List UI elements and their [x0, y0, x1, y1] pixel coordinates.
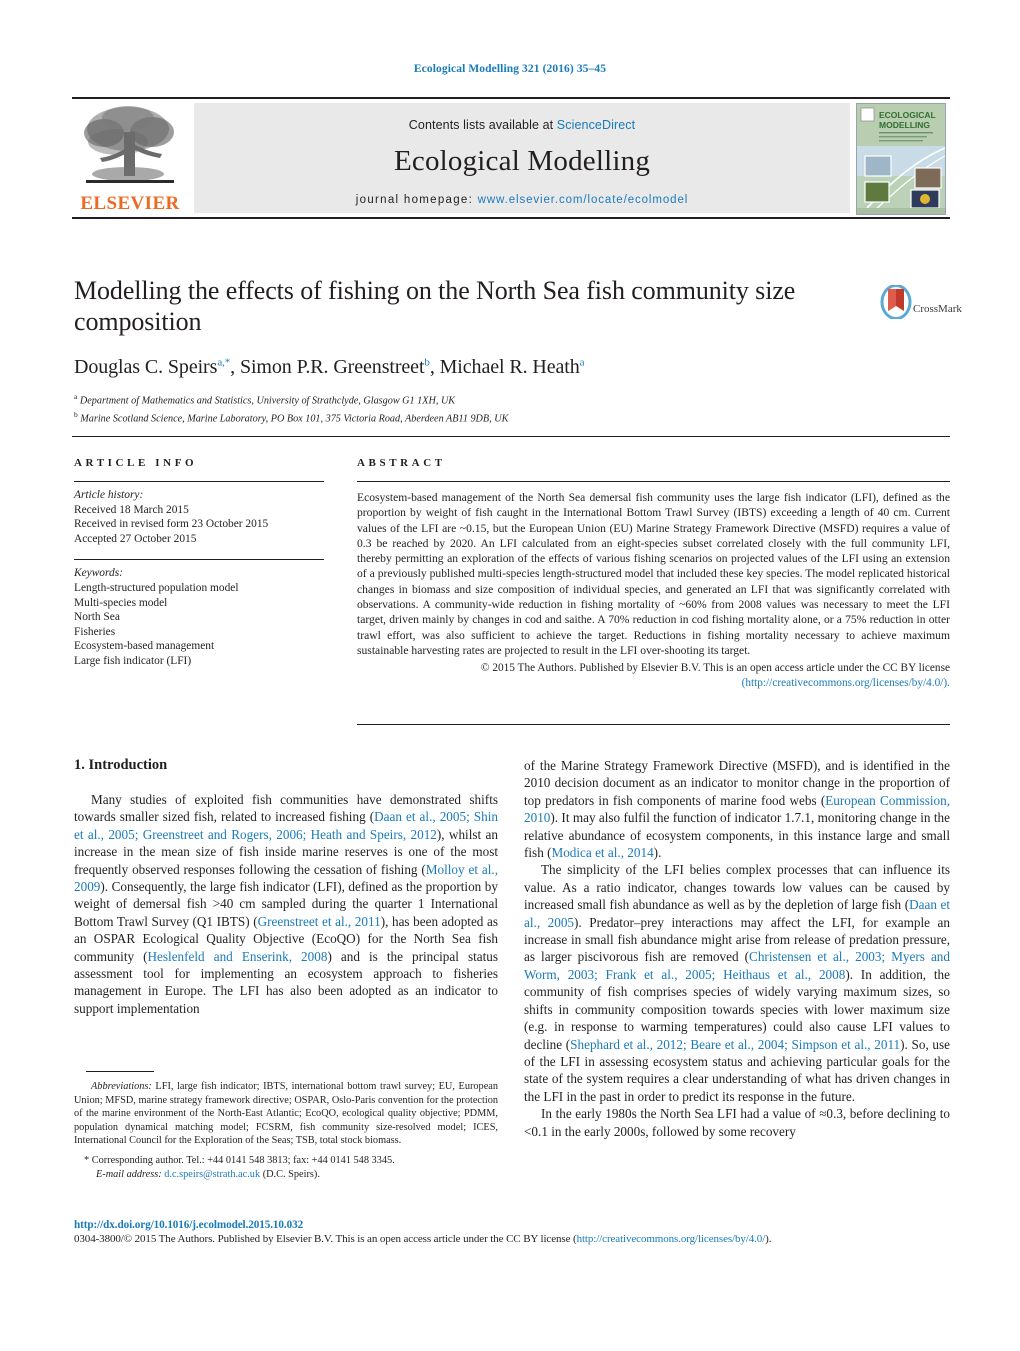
journal-cover-thumbnail: ECOLOGICAL MODELLING: [856, 103, 946, 215]
sciencedirect-link[interactable]: ScienceDirect: [557, 118, 635, 132]
crossmark-badge[interactable]: CrossMark: [879, 284, 962, 337]
keyword-item: Large fish indicator (LFI): [74, 654, 192, 667]
journal-cover-block: ECOLOGICAL MODELLING: [856, 99, 950, 217]
issn-text: 0304-3800/© 2015 The Authors. Published …: [74, 1233, 577, 1245]
author-list: Douglas C. Speirsa,*, Simon P.R. Greenst…: [74, 356, 585, 378]
abstract-column: ABSTRACT Ecosystem-based management of t…: [357, 457, 950, 692]
abstract-copyright: © 2015 The Authors. Published by Elsevie…: [357, 661, 950, 691]
keyword-item: Multi-species model: [74, 596, 168, 609]
issn-tail: ).: [765, 1233, 772, 1245]
footer-license-link[interactable]: http://creativecommons.org/licenses/by/4…: [577, 1233, 766, 1245]
abstract-bottom-rule: [357, 724, 950, 725]
article-history: Article history: Received 18 March 2015 …: [74, 488, 324, 546]
crossmark-label: CrossMark: [913, 303, 962, 315]
crossmark-icon[interactable]: [879, 284, 913, 320]
keyword-item: North Sea: [74, 611, 120, 624]
history-item: Received in revised form 23 October 2015: [74, 518, 269, 531]
elsevier-wordmark: ELSEVIER: [80, 193, 180, 214]
citation-link[interactable]: Christensen et al., 2003; Myers and Worm…: [524, 949, 950, 981]
citation-link[interactable]: Shephard et al., 2012; Beare et al., 200…: [570, 1037, 900, 1052]
body-left-column: 1. Introduction Many studies of exploite…: [74, 757, 498, 1017]
keywords-rule: [74, 559, 324, 561]
elsevier-tree-icon: [84, 106, 174, 183]
svg-text:MODELLING: MODELLING: [879, 120, 930, 130]
running-head: Ecological Modelling 321 (2016) 35–45: [413, 63, 607, 75]
citation-link[interactable]: Greenstreet et al., 2011: [258, 914, 381, 929]
section-divider: [72, 436, 950, 437]
keyword-item: Ecosystem-based management: [74, 640, 215, 653]
citation-link[interactable]: European Commission, 2010: [524, 793, 950, 825]
citation-link[interactable]: Molloy et al., 2009: [74, 862, 498, 894]
footnotes-block: Abbreviations: LFI, large fish indicator…: [74, 1080, 498, 1181]
paragraph: of the Marine Strategy Framework Directi…: [524, 758, 950, 861]
svg-text:ECOLOGICAL: ECOLOGICAL: [879, 110, 936, 120]
affiliation-a-text: Department of Mathematics and Statistics…: [79, 395, 456, 407]
abbreviations-label: Abbreviations:: [91, 1081, 152, 1092]
title-block: Modelling the effects of fishing on the …: [74, 275, 874, 426]
affiliation-b-text: Marine Scotland Science, Marine Laborato…: [80, 413, 509, 425]
affiliation-b: b Marine Scotland Science, Marine Labora…: [74, 409, 509, 425]
issn-copyright-line: 0304-3800/© 2015 The Authors. Published …: [74, 1233, 950, 1245]
page-footer: http://dx.doi.org/10.1016/j.ecolmodel.20…: [74, 1219, 950, 1245]
article-info-column: ARTICLE INFO Article history: Received 1…: [74, 457, 324, 669]
paragraph: The simplicity of the LFI belies complex…: [524, 862, 950, 1104]
abbreviations: Abbreviations: LFI, large fish indicator…: [74, 1080, 498, 1148]
copyright-text: © 2015 The Authors. Published by Elsevie…: [480, 662, 950, 675]
email-link[interactable]: d.c.speirs@strath.ac.uk: [164, 1169, 260, 1180]
citation-link[interactable]: Heslenfeld and Enserink, 2008: [148, 949, 328, 964]
affiliations: a Department of Mathematics and Statisti…: [74, 390, 874, 426]
email-note: E-mail address: d.c.speirs@strath.ac.uk …: [74, 1168, 498, 1182]
journal-masthead: ELSEVIER Contents lists available at Sci…: [72, 97, 950, 219]
email-label: E-mail address:: [96, 1168, 162, 1180]
abstract-heading: ABSTRACT: [357, 457, 446, 469]
citation-link[interactable]: Daan et al., 2005; Shin et al., 2005; Gr…: [74, 809, 498, 841]
homepage-label: journal homepage:: [355, 194, 478, 206]
elsevier-logo: ELSEVIER: [72, 99, 188, 217]
abstract-rule: [357, 481, 950, 482]
paragraph: In the early 1980s the North Sea LFI had…: [524, 1106, 950, 1139]
email-suffix: (D.C. Speirs).: [262, 1168, 320, 1180]
body-right-column: of the Marine Strategy Framework Directi…: [524, 757, 950, 1140]
paper-page: Ecological Modelling 321 (2016) 35–45 EL…: [0, 0, 1020, 1351]
article-info-rule: [74, 481, 324, 482]
doi-link[interactable]: http://dx.doi.org/10.1016/j.ecolmodel.20…: [74, 1219, 950, 1231]
keyword-item: Fisheries: [74, 625, 116, 638]
citation-link[interactable]: Daan et al., 2005: [524, 897, 950, 929]
journal-title: Ecological Modelling: [393, 145, 651, 177]
history-item: Accepted 27 October 2015: [74, 532, 197, 545]
section-heading-introduction: 1. Introduction: [74, 757, 168, 773]
license-link[interactable]: (http://creativecommons.org/licenses/by/…: [742, 677, 950, 689]
corresponding-author-note: * Corresponding author. Tel.: +44 0141 5…: [84, 1154, 395, 1166]
article-history-label: Article history:: [74, 489, 144, 501]
homepage-url-link[interactable]: www.elsevier.com/locate/ecolmodel: [478, 194, 689, 206]
paragraph: Many studies of exploited fish communiti…: [74, 792, 498, 1016]
page-title: Modelling the effects of fishing on the …: [74, 276, 796, 336]
keywords-block: Keywords: Length-structured population m…: [74, 566, 324, 668]
footnote-rule: [86, 1071, 154, 1072]
history-item: Received 18 March 2015: [74, 503, 189, 516]
citation-link[interactable]: Modica et al., 2014: [551, 845, 653, 860]
cover-art-icon: ECOLOGICAL MODELLING: [857, 104, 945, 214]
article-info-heading: ARTICLE INFO: [74, 457, 198, 469]
keyword-item: Length-structured population model: [74, 581, 239, 594]
abstract-text: Ecosystem-based management of the North …: [357, 491, 950, 657]
contents-prefix: Contents lists available at: [408, 118, 557, 132]
contents-line: Contents lists available at ScienceDirec…: [194, 103, 850, 132]
journal-header-band: Contents lists available at ScienceDirec…: [194, 103, 850, 213]
affiliation-a: a Department of Mathematics and Statisti…: [74, 392, 456, 407]
keywords-label: Keywords:: [74, 567, 123, 580]
journal-homepage-line: journal homepage: www.elsevier.com/locat…: [194, 194, 850, 206]
